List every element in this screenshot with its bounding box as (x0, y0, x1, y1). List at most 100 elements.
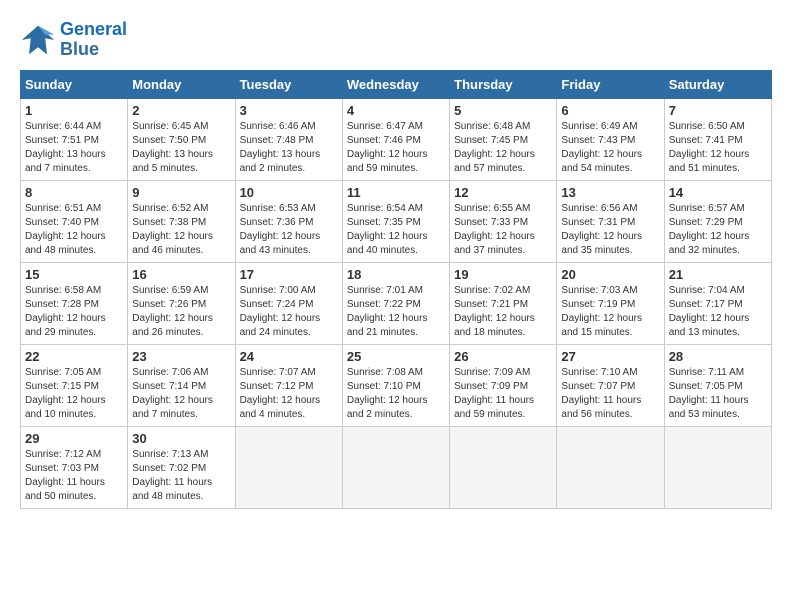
day-number: 11 (347, 185, 445, 200)
calendar-cell: 30Sunrise: 7:13 AMSunset: 7:02 PMDayligh… (128, 426, 235, 508)
calendar-cell: 11 Sunrise: 6:54 AMSunset: 7:35 PMDayligh… (342, 180, 449, 262)
weekday-header: Thursday (450, 70, 557, 98)
calendar-cell: 15 Sunrise: 6:58 AMSunset: 7:28 PMDayligh… (21, 262, 128, 344)
day-number: 10 (240, 185, 338, 200)
day-number: 4 (347, 103, 445, 118)
calendar-week-row: 1Sunrise: 6:44 AMSunset: 7:51 PMDaylight… (21, 98, 772, 180)
weekday-header-row: SundayMondayTuesdayWednesdayThursdayFrid… (21, 70, 772, 98)
calendar-cell: 16 Sunrise: 6:59 AMSunset: 7:26 PMDayligh… (128, 262, 235, 344)
calendar-cell: 3 Sunrise: 6:46 AMSunset: 7:48 PMDaylight… (235, 98, 342, 180)
calendar-cell: 1Sunrise: 6:44 AMSunset: 7:51 PMDaylight… (21, 98, 128, 180)
weekday-header: Tuesday (235, 70, 342, 98)
calendar-cell: 4 Sunrise: 6:47 AMSunset: 7:46 PMDaylight… (342, 98, 449, 180)
day-number: 15 (25, 267, 123, 282)
day-info: Sunrise: 6:59 AMSunset: 7:26 PMDaylight:… (132, 284, 230, 340)
weekday-header: Sunday (21, 70, 128, 98)
day-number: 1 (25, 103, 123, 118)
calendar-cell: 27 Sunrise: 7:10 AMSunset: 7:07 PMDayligh… (557, 344, 664, 426)
day-number: 8 (25, 185, 123, 200)
calendar-cell: 19 Sunrise: 7:02 AMSunset: 7:21 PMDayligh… (450, 262, 557, 344)
day-info: Sunrise: 7:07 AMSunset: 7:12 PMDaylight:… (240, 366, 338, 422)
day-info: Sunrise: 7:00 AMSunset: 7:24 PMDaylight:… (240, 284, 338, 340)
calendar-cell: 22 Sunrise: 7:05 AMSunset: 7:15 PMDayligh… (21, 344, 128, 426)
day-number: 6 (561, 103, 659, 118)
calendar-cell (664, 426, 771, 508)
day-info: Sunrise: 6:49 AMSunset: 7:43 PMDaylight:… (561, 120, 659, 176)
logo: General Blue (20, 20, 127, 60)
calendar-cell: 20 Sunrise: 7:03 AMSunset: 7:19 PMDayligh… (557, 262, 664, 344)
day-info: Sunrise: 6:47 AMSunset: 7:46 PMDaylight:… (347, 120, 445, 176)
day-info: Sunrise: 6:58 AMSunset: 7:28 PMDaylight:… (25, 284, 123, 340)
day-number: 16 (132, 267, 230, 282)
day-number: 23 (132, 349, 230, 364)
day-number: 5 (454, 103, 552, 118)
weekday-header: Saturday (664, 70, 771, 98)
calendar-cell: 18 Sunrise: 7:01 AMSunset: 7:22 PMDayligh… (342, 262, 449, 344)
calendar-cell: 26Sunrise: 7:09 AMSunset: 7:09 PMDayligh… (450, 344, 557, 426)
day-number: 19 (454, 267, 552, 282)
calendar-cell: 2 Sunrise: 6:45 AMSunset: 7:50 PMDaylight… (128, 98, 235, 180)
day-info: Sunrise: 7:08 AMSunset: 7:10 PMDaylight:… (347, 366, 445, 422)
calendar-cell: 25 Sunrise: 7:08 AMSunset: 7:10 PMDayligh… (342, 344, 449, 426)
day-info: Sunrise: 7:03 AMSunset: 7:19 PMDaylight:… (561, 284, 659, 340)
day-info: Sunrise: 7:04 AMSunset: 7:17 PMDaylight:… (669, 284, 767, 340)
day-info: Sunrise: 6:56 AMSunset: 7:31 PMDaylight:… (561, 202, 659, 258)
calendar-cell: 21Sunrise: 7:04 AMSunset: 7:17 PMDayligh… (664, 262, 771, 344)
calendar-cell: 7 Sunrise: 6:50 AMSunset: 7:41 PMDaylight… (664, 98, 771, 180)
day-number: 27 (561, 349, 659, 364)
calendar-cell (342, 426, 449, 508)
day-number: 18 (347, 267, 445, 282)
calendar-cell (235, 426, 342, 508)
day-info: Sunrise: 7:02 AMSunset: 7:21 PMDaylight:… (454, 284, 552, 340)
logo-icon (20, 22, 56, 58)
calendar-cell: 28 Sunrise: 7:11 AMSunset: 7:05 PMDayligh… (664, 344, 771, 426)
day-info: Sunrise: 6:45 AMSunset: 7:50 PMDaylight:… (132, 120, 230, 176)
day-number: 28 (669, 349, 767, 364)
weekday-header: Wednesday (342, 70, 449, 98)
day-number: 7 (669, 103, 767, 118)
day-number: 22 (25, 349, 123, 364)
day-info: Sunrise: 6:50 AMSunset: 7:41 PMDaylight:… (669, 120, 767, 176)
calendar-cell: 23 Sunrise: 7:06 AMSunset: 7:14 PMDayligh… (128, 344, 235, 426)
day-number: 2 (132, 103, 230, 118)
calendar-cell: 9 Sunrise: 6:52 AMSunset: 7:38 PMDaylight… (128, 180, 235, 262)
weekday-header: Monday (128, 70, 235, 98)
day-info: Sunrise: 6:52 AMSunset: 7:38 PMDaylight:… (132, 202, 230, 258)
day-number: 25 (347, 349, 445, 364)
day-info: Sunrise: 6:55 AMSunset: 7:33 PMDaylight:… (454, 202, 552, 258)
page-header: General Blue (20, 20, 772, 60)
day-number: 14 (669, 185, 767, 200)
day-info: Sunrise: 7:11 AMSunset: 7:05 PMDaylight:… (669, 366, 767, 422)
day-info: Sunrise: 7:09 AMSunset: 7:09 PMDaylight:… (454, 366, 552, 422)
day-info: Sunrise: 6:48 AMSunset: 7:45 PMDaylight:… (454, 120, 552, 176)
day-number: 3 (240, 103, 338, 118)
calendar-table: SundayMondayTuesdayWednesdayThursdayFrid… (20, 70, 772, 509)
day-number: 20 (561, 267, 659, 282)
day-info: Sunrise: 6:53 AMSunset: 7:36 PMDaylight:… (240, 202, 338, 258)
calendar-cell: 5 Sunrise: 6:48 AMSunset: 7:45 PMDaylight… (450, 98, 557, 180)
day-info: Sunrise: 6:46 AMSunset: 7:48 PMDaylight:… (240, 120, 338, 176)
calendar-cell: 29 Sunrise: 7:12 AMSunset: 7:03 PMDayligh… (21, 426, 128, 508)
calendar-cell: 6 Sunrise: 6:49 AMSunset: 7:43 PMDaylight… (557, 98, 664, 180)
calendar-cell (557, 426, 664, 508)
calendar-cell: 12Sunrise: 6:55 AMSunset: 7:33 PMDayligh… (450, 180, 557, 262)
day-number: 9 (132, 185, 230, 200)
day-info: Sunrise: 7:12 AMSunset: 7:03 PMDaylight:… (25, 448, 123, 504)
calendar-cell: 13 Sunrise: 6:56 AMSunset: 7:31 PMDayligh… (557, 180, 664, 262)
day-info: Sunrise: 6:51 AMSunset: 7:40 PMDaylight:… (25, 202, 123, 258)
day-number: 30 (132, 431, 230, 446)
day-info: Sunrise: 7:01 AMSunset: 7:22 PMDaylight:… (347, 284, 445, 340)
day-info: Sunrise: 7:05 AMSunset: 7:15 PMDaylight:… (25, 366, 123, 422)
day-number: 29 (25, 431, 123, 446)
calendar-cell: 10 Sunrise: 6:53 AMSunset: 7:36 PMDayligh… (235, 180, 342, 262)
calendar-week-row: 29 Sunrise: 7:12 AMSunset: 7:03 PMDayligh… (21, 426, 772, 508)
calendar-week-row: 8 Sunrise: 6:51 AMSunset: 7:40 PMDaylight… (21, 180, 772, 262)
weekday-header: Friday (557, 70, 664, 98)
day-info: Sunrise: 6:54 AMSunset: 7:35 PMDaylight:… (347, 202, 445, 258)
day-number: 13 (561, 185, 659, 200)
day-info: Sunrise: 7:10 AMSunset: 7:07 PMDaylight:… (561, 366, 659, 422)
day-info: Sunrise: 7:06 AMSunset: 7:14 PMDaylight:… (132, 366, 230, 422)
calendar-week-row: 15 Sunrise: 6:58 AMSunset: 7:28 PMDayligh… (21, 262, 772, 344)
logo-text: General Blue (60, 20, 127, 60)
calendar-cell: 24Sunrise: 7:07 AMSunset: 7:12 PMDayligh… (235, 344, 342, 426)
